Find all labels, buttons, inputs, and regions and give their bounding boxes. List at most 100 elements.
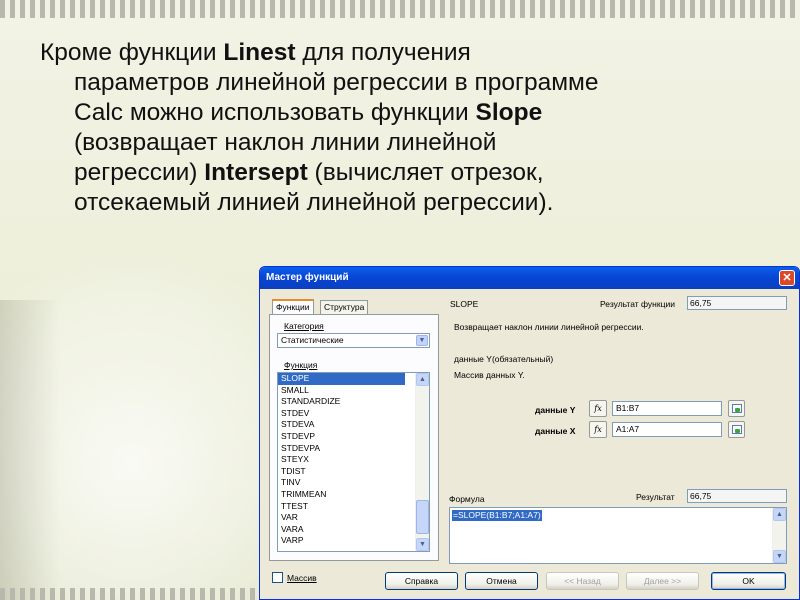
decor-bar [260,0,265,18]
decor-bar [170,588,175,600]
decor-bar [280,0,285,18]
decor-bar [620,0,625,18]
function-list-scrollbar[interactable]: ▲ ▼ [415,373,429,551]
decor-bar [290,0,295,18]
back-button[interactable]: << Назад [546,572,619,590]
tab-functions[interactable]: Функции [272,299,314,315]
decor-bar [190,588,195,600]
function-list-item[interactable]: SMALL [278,385,429,397]
decor-bar [740,0,745,18]
ok-button[interactable]: OK [711,572,786,590]
function-list-item[interactable]: VARP [278,535,429,547]
scroll-down-icon[interactable]: ▼ [773,550,786,563]
decor-bar [0,588,5,600]
category-value: Статистические [281,335,344,345]
decor-bar [70,588,75,600]
decor-bar [100,0,105,18]
decor-bar [790,0,795,18]
decor-bar [160,588,165,600]
formula-editor[interactable]: =SLOPE(B1:B7;A1:A7) ▲ ▼ [449,507,787,564]
fx-icon[interactable]: fx [589,400,607,417]
next-button[interactable]: Далее >> [626,572,699,590]
decor-bar [140,588,145,600]
decor-bar [430,0,435,18]
function-list-item[interactable]: STANDARDIZE [278,396,429,408]
formula-text[interactable]: =SLOPE(B1:B7;A1:A7) [452,510,542,521]
function-list-item[interactable]: STEYX [278,454,429,466]
decor-bar [450,0,455,18]
decor-bar [340,0,345,18]
decor-bar [250,588,255,600]
parameter-description: данные Y(обязательный) [454,354,554,364]
decor-bar [50,0,55,18]
data-x-input[interactable]: A1:A7 [612,422,722,437]
dialog-title: Мастер функций [266,272,349,283]
decor-bar [30,0,35,18]
decor-bar [680,0,685,18]
fx-icon[interactable]: fx [589,421,607,438]
background-shade [0,300,60,600]
function-list-item[interactable]: TINV [278,477,429,489]
decor-bar [570,0,575,18]
function-list-item[interactable]: SLOPE [278,373,405,385]
decor-bar [400,0,405,18]
category-select[interactable]: Статистические ▼ [277,333,430,348]
help-button[interactable]: Справка [385,572,458,590]
decor-bar [80,588,85,600]
function-list-item[interactable]: STDEVA [278,419,429,431]
decor-bar [350,0,355,18]
decor-bar [630,0,635,18]
decor-bar [200,588,205,600]
chevron-down-icon[interactable]: ▼ [416,335,428,346]
decor-bar [210,588,215,600]
array-checkbox[interactable] [272,572,283,583]
decor-bar [650,0,655,18]
function-description: Возвращает наклон линии линейной регресс… [454,322,644,332]
function-list-item[interactable]: TDIST [278,466,429,478]
scroll-down-icon[interactable]: ▼ [416,538,429,551]
function-list-item[interactable]: STDEVP [278,431,429,443]
cancel-button[interactable]: Отмена [465,572,538,590]
decor-bar [610,0,615,18]
scroll-up-icon[interactable]: ▲ [416,373,429,386]
decor-bar [230,588,235,600]
decor-bar [760,0,765,18]
decor-bar [590,0,595,18]
dialog-titlebar[interactable]: Мастер функций ✕ [260,267,799,289]
decor-bar [460,0,465,18]
close-icon[interactable]: ✕ [779,270,795,286]
decor-bar [180,588,185,600]
decor-bar [10,0,15,18]
slide-line-1: Кроме функции Linest для получения [40,39,471,66]
shrink-icon[interactable] [728,400,745,417]
tab-structure[interactable]: Структура [320,300,369,315]
decor-bar [520,0,525,18]
decor-bar [380,0,385,18]
function-list-item[interactable]: VAR [278,512,429,524]
function-list[interactable]: SLOPE SMALL STANDARDIZE STDEV STDEVA STDEVP ST… [277,372,430,552]
slide-line-3: Calc можно использовать функции Slope [74,99,543,126]
decor-bar [690,0,695,18]
function-list-item[interactable]: STDEV [278,408,429,420]
function-list-item[interactable]: VARA [278,524,429,536]
scroll-thumb[interactable] [416,500,429,534]
function-wizard-dialog: Мастер функций ✕ Функции Структура Катег… [259,266,800,600]
scroll-up-icon[interactable]: ▲ [773,508,786,521]
data-y-input[interactable]: B1:B7 [612,401,722,416]
function-list-item[interactable]: TTEST [278,501,429,513]
decor-bar [150,0,155,18]
decor-bar [780,0,785,18]
decor-bar [50,588,55,600]
decor-bar [500,0,505,18]
formula-scrollbar[interactable]: ▲ ▼ [772,508,786,563]
decor-bar [90,588,95,600]
data-y-label: данные Y [535,405,576,415]
function-list-item[interactable]: STDEVPA [278,443,429,455]
decor-bar [120,588,125,600]
shrink-icon[interactable] [728,421,745,438]
function-list-item[interactable]: TRIMMEAN [278,489,429,501]
slide-line-6: отсекаемый линией линейной регрессии). [74,189,554,216]
decor-bar [300,0,305,18]
decor-bar [410,0,415,18]
decor-bar [10,588,15,600]
